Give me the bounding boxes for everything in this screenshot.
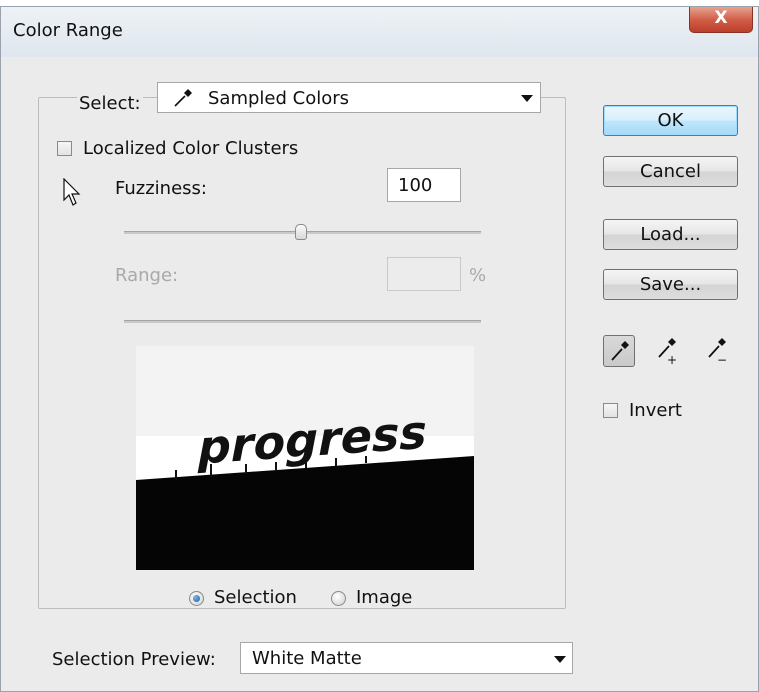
- fuzziness-input[interactable]: 100: [387, 168, 461, 202]
- fuzziness-slider-thumb[interactable]: [295, 224, 307, 240]
- select-label: Select:: [77, 93, 143, 114]
- load-button[interactable]: Load...: [603, 219, 738, 250]
- localized-clusters-label: Localized Color Clusters: [83, 138, 299, 159]
- selection-radio-label: Selection: [214, 587, 297, 608]
- selection-preview-dropdown[interactable]: White Matte: [240, 642, 573, 674]
- eyedropper-icon: [172, 87, 194, 109]
- selection-preview-value: White Matte: [252, 648, 362, 669]
- close-icon: X: [714, 8, 728, 28]
- range-label: Range:: [115, 265, 179, 286]
- fuzziness-label: Fuzziness:: [115, 178, 207, 199]
- range-slider-track[interactable]: [124, 320, 481, 323]
- selection-radio[interactable]: [189, 591, 204, 606]
- range-input[interactable]: [387, 257, 461, 291]
- fuzziness-value: 100: [398, 175, 433, 196]
- title-bar[interactable]: Color Range X: [1, 7, 758, 57]
- invert-label: Invert: [629, 400, 682, 421]
- save-button[interactable]: Save...: [603, 269, 738, 300]
- chevron-down-icon: [554, 656, 566, 663]
- ok-button[interactable]: OK: [603, 105, 738, 136]
- range-unit: %: [469, 265, 487, 286]
- mouse-cursor-icon: [63, 177, 83, 208]
- cancel-button[interactable]: Cancel: [603, 156, 738, 187]
- dialog-title: Color Range: [13, 20, 123, 41]
- image-radio-label: Image: [356, 587, 413, 608]
- svg-text:+: +: [667, 353, 677, 365]
- select-dropdown[interactable]: Sampled Colors: [157, 82, 541, 113]
- eyedropper-plus-icon[interactable]: +: [653, 335, 685, 367]
- invert-checkbox[interactable]: [603, 403, 618, 418]
- dialog-body: Select: Sampled Colors Localized Color C…: [11, 57, 748, 685]
- chevron-down-icon: [521, 95, 533, 102]
- select-value: Sampled Colors: [208, 88, 350, 109]
- close-button[interactable]: X: [689, 7, 753, 33]
- eyedropper-icon[interactable]: [603, 335, 635, 367]
- color-range-dialog: Color Range X Select: Sampled Colors Loc…: [0, 6, 759, 692]
- localized-clusters-checkbox[interactable]: [57, 141, 72, 156]
- eyedropper-minus-icon[interactable]: −: [703, 335, 735, 367]
- selection-preview-label: Selection Preview:: [52, 649, 216, 670]
- selection-preview-image: progress: [136, 346, 474, 570]
- svg-text:−: −: [717, 353, 727, 365]
- image-radio[interactable]: [331, 591, 346, 606]
